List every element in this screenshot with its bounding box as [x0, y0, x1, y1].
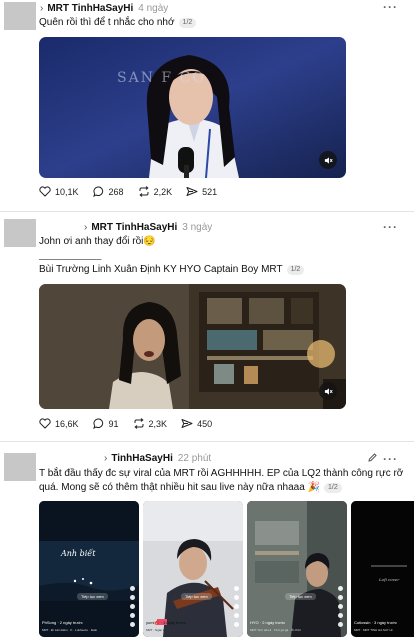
thread-separator: ›: [84, 221, 88, 233]
post-author[interactable]: MRT TinhHaSayHi: [91, 222, 177, 233]
heart-icon: [39, 186, 51, 197]
post-text: John ơi anh thay đổi rồi😔: [39, 236, 156, 247]
avatar[interactable]: [4, 219, 36, 247]
thumbnail-caption: yumi💋 · 1 ngày trước: [146, 620, 186, 625]
comment-button[interactable]: 91: [92, 418, 119, 429]
like-button[interactable]: 10,1K: [39, 186, 79, 197]
avatar[interactable]: [4, 2, 36, 30]
repost-count: 2,2K: [153, 186, 173, 197]
comment-count: 268: [108, 186, 124, 197]
share-button[interactable]: 521: [186, 186, 217, 197]
video-thumbnail[interactable]: Anh biết Tiếp tục xem PhSong · 2 ngày tr…: [39, 501, 139, 637]
comment-button[interactable]: 268: [92, 186, 124, 197]
continue-watching-button[interactable]: Tiếp tục xem: [77, 593, 108, 600]
video-frame: [39, 37, 346, 178]
more-options-icon[interactable]: ···: [383, 453, 398, 465]
post-text: T bắt đầu thấy đc sự viral của MRT rồi A…: [39, 468, 404, 479]
heart-icon: [39, 418, 51, 429]
thumbnail-actions: [232, 586, 240, 627]
thumbnail-subcaption: MRT - Ngàn lần mong sơ chờ ...: [146, 628, 190, 632]
post-author[interactable]: TinhHaSayHi: [111, 453, 173, 464]
mute-button[interactable]: [319, 382, 337, 400]
page-indicator: 1/2: [286, 265, 305, 275]
video-frame: [39, 284, 346, 409]
repost-icon: [133, 418, 144, 429]
post-text-2: Bùi Trường Linh Xuân Định KY HYO Captain…: [39, 263, 305, 277]
like-count: 16,6K: [55, 418, 79, 429]
like-count: 10,1K: [55, 186, 79, 197]
repost-count: 2,3K: [148, 418, 168, 429]
post-video[interactable]: SAN F CO: [39, 37, 346, 178]
edit-pencil-icon[interactable]: [367, 452, 378, 463]
video-thumbnail[interactable]: Tiếp tục xem HYO · 2 ngày trước MRT Tinh…: [247, 501, 347, 637]
post-text: Quên rồi thì để t nhắc cho nhớ 1/2: [39, 16, 197, 30]
repost-icon: [138, 186, 149, 197]
like-button[interactable]: 16,6K: [39, 418, 79, 429]
thumbnail-title: Lofi cover: [379, 577, 400, 582]
comment-icon: [92, 418, 103, 429]
speaker-muted-icon: [324, 387, 333, 395]
more-options-icon[interactable]: ···: [383, 221, 398, 233]
post-time: 22 phút: [177, 452, 212, 464]
thread-separator: ›: [40, 2, 44, 14]
repost-button[interactable]: 2,3K: [133, 418, 168, 429]
post-time: 4 ngày: [138, 2, 169, 14]
post-2: › MRT TinhHaSayHi 3 ngày ··· John ơi anh…: [0, 212, 414, 442]
thumbnail-image: [143, 501, 243, 637]
video-thumbnail[interactable]: Tiếp tục xem yumi💋 · 1 ngày trước MRT - …: [143, 501, 243, 637]
share-count: 450: [197, 418, 213, 429]
thumbnail-subcaption: MRT · Đi Làm Đêm · K · Lukheeze · Ikalo: [42, 628, 98, 632]
thumbnail-actions: [128, 586, 136, 627]
continue-watching-button[interactable]: Tiếp tục xem: [285, 593, 316, 600]
send-icon: [181, 419, 193, 428]
thumbnail-caption: HYO · 2 ngày trước: [250, 620, 286, 625]
thumbnail-image: [351, 501, 414, 637]
repost-button[interactable]: 2,2K: [138, 186, 173, 197]
thumbnail-actions: [336, 586, 344, 627]
thumbnail-caption: PhSong · 2 ngày trước: [42, 620, 83, 625]
thread-separator: ›: [104, 452, 108, 464]
comment-icon: [92, 186, 103, 197]
more-options-icon[interactable]: ···: [383, 1, 398, 13]
send-icon: [186, 187, 198, 196]
post-1: › MRT TinhHaSayHi 4 ngày ··· Quên rồi th…: [0, 0, 414, 212]
mute-button[interactable]: [319, 151, 337, 169]
continue-watching-button[interactable]: Tiếp tục xem: [181, 593, 212, 600]
thumbnail-title: Anh biết: [61, 549, 96, 558]
comment-count: 91: [108, 418, 119, 429]
avatar[interactable]: [4, 453, 36, 481]
video-overlay-text: SAN F CO: [117, 70, 206, 86]
thumbnail-image: [247, 501, 347, 637]
post-video[interactable]: [39, 284, 346, 409]
video-thumbnail[interactable]: Lofi cover Cutlossin · 3 ngày trước MRT …: [351, 501, 414, 637]
post-3: › TinhHaSayHi 22 phút ··· T bắt đầu thấy…: [0, 442, 414, 644]
thumbnail-image: [39, 501, 139, 637]
post-time: 3 ngày: [182, 221, 213, 233]
post-author[interactable]: MRT TinhHaSayHi: [47, 3, 133, 14]
thumbnail-caption: Cutlossin · 3 ngày trước: [354, 620, 397, 625]
page-indicator: 1/2: [324, 483, 342, 493]
text-divider: ______________: [39, 251, 102, 260]
share-button[interactable]: 450: [181, 418, 212, 429]
share-count: 521: [202, 186, 218, 197]
speaker-muted-icon: [324, 156, 333, 164]
post-text-line-2: quá. Mong sẽ có thêm thật nhiều hit sau …: [39, 481, 342, 495]
page-indicator: 1/2: [178, 18, 197, 28]
thumbnail-subcaption: MRT · MRT TINH HA SAY HI: [354, 628, 393, 632]
thumbnail-subcaption: MRT Tinh Hà Hi · Tình gà gà · Ôi chời: [250, 628, 301, 632]
